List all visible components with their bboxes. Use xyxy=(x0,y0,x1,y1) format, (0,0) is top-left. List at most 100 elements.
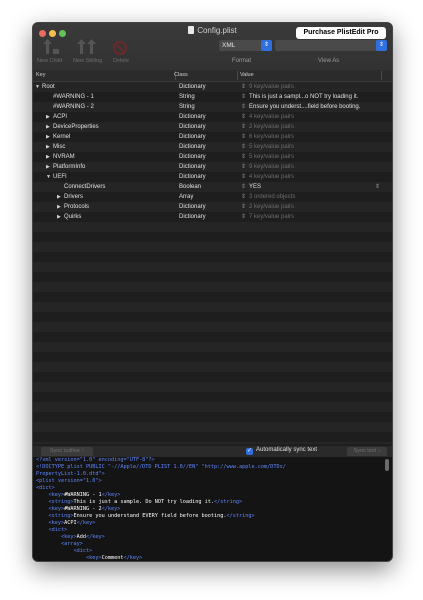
outline-row[interactable]: ▶ Protocols Dictionary ⇕ 2 key/value pairs xyxy=(33,202,392,212)
row-class[interactable]: String xyxy=(179,102,195,112)
row-class[interactable]: Array xyxy=(179,192,193,202)
row-value[interactable]: ⇕ 7 key/value pairs xyxy=(241,212,294,222)
row-class[interactable]: Dictionary xyxy=(179,162,206,172)
column-header-value[interactable]: Value xyxy=(240,72,254,78)
outline-row[interactable]: ▼ UEFI Dictionary ⇕ 4 key/value pairs xyxy=(33,172,392,182)
row-value[interactable]: ⇕ 6 key/value pairs xyxy=(241,132,294,142)
xml-line[interactable]: <key>#WARNING - 2</key> xyxy=(33,506,392,513)
xml-line[interactable]: <dict> xyxy=(33,548,392,555)
outline-row[interactable]: ▶ Misc Dictionary ⇕ 5 key/value pairs xyxy=(33,142,392,152)
class-updown-icon[interactable]: ⇕ xyxy=(241,172,246,182)
xml-line[interactable]: <!DOCTYPE plist PUBLIC "-//Apple//DTD PL… xyxy=(33,464,392,471)
outline-row[interactable]: ▶ PlatformInfo Dictionary ⇕ 9 key/value pair… xyxy=(33,162,392,172)
outline-row[interactable]: ▶ DeviceProperties Dictionary ⇕ 2 key/value … xyxy=(33,122,392,132)
row-value[interactable]: ⇕ 4 key/value pairs xyxy=(241,172,294,182)
class-updown-icon[interactable]: ⇕ xyxy=(241,112,246,122)
disclosure-closed-icon[interactable]: ▶ xyxy=(57,192,64,202)
outline-row[interactable]: ▶ Kernel Dictionary ⇕ 6 key/value pairs xyxy=(33,132,392,142)
class-updown-icon[interactable]: ⇕ xyxy=(241,182,246,192)
row-class[interactable]: Dictionary xyxy=(179,152,206,162)
xml-line[interactable]: <dict> xyxy=(33,527,392,534)
sync-outline-button[interactable]: Sync outline ↑ xyxy=(41,447,93,456)
disclosure-closed-icon[interactable]: ▶ xyxy=(57,212,64,222)
row-class[interactable]: String xyxy=(179,92,195,102)
auto-sync-checkbox[interactable]: ✓ Automatically sync text xyxy=(246,447,317,455)
xml-line[interactable]: <string>This is just a sample. Do NOT tr… xyxy=(33,499,392,506)
row-value[interactable]: ⇕ YES xyxy=(241,182,261,192)
xml-line[interactable]: PropertyList-1.0.dtd"> xyxy=(33,471,392,478)
row-value[interactable]: ⇕ 3 ordered objects xyxy=(241,192,295,202)
xml-line[interactable]: <dict> xyxy=(33,485,392,492)
row-value[interactable]: ⇕ 9 key/value pairs xyxy=(241,82,294,92)
boolean-popup-icon[interactable]: ⇕ xyxy=(375,182,380,192)
class-updown-icon[interactable]: ⇕ xyxy=(241,102,246,112)
xml-text-editor[interactable]: <?xml version="1.0" encoding="UTF-8"?> <!… xyxy=(33,457,392,561)
outline-row[interactable]: #WARNING - 1 String ⇕ This is just a sampl.… xyxy=(33,92,392,102)
row-class[interactable]: Dictionary xyxy=(179,172,206,182)
xml-line[interactable]: <array> xyxy=(33,541,392,548)
class-updown-icon[interactable]: ⇕ xyxy=(241,192,246,202)
row-class[interactable]: Dictionary xyxy=(179,132,206,142)
row-value[interactable]: ⇕ 2 key/value pairs xyxy=(241,202,294,212)
outline-row[interactable]: #WARNING - 2 String ⇕ Ensure you underst...… xyxy=(33,102,392,112)
disclosure-closed-icon[interactable]: ▶ xyxy=(46,132,53,142)
disclosure-closed-icon[interactable]: ▶ xyxy=(46,122,53,132)
row-class[interactable]: Dictionary xyxy=(179,142,206,152)
format-select[interactable]: XML ⇕ xyxy=(219,40,272,51)
xml-line[interactable]: <key>#WARNING - 1</key> xyxy=(33,492,392,499)
column-divider[interactable] xyxy=(381,71,382,80)
xml-line[interactable]: <?xml version="1.0" encoding="UTF-8"?> xyxy=(33,457,392,464)
xml-line[interactable]: <key>Add</key> xyxy=(33,534,392,541)
column-divider[interactable] xyxy=(237,71,238,80)
editor-scrollbar[interactable] xyxy=(385,459,389,471)
row-value[interactable]: ⇕ 5 key/value pairs xyxy=(241,142,294,152)
column-header-class[interactable]: Class xyxy=(174,72,188,78)
disclosure-open-icon[interactable]: ▼ xyxy=(46,172,53,182)
class-updown-icon[interactable]: ⇕ xyxy=(241,132,246,142)
row-class[interactable]: Dictionary xyxy=(179,202,206,212)
row-class[interactable]: Dictionary xyxy=(179,122,206,132)
column-header-key[interactable]: Key xyxy=(36,72,45,78)
class-updown-icon[interactable]: ⇕ xyxy=(241,152,246,162)
disclosure-closed-icon[interactable]: ▶ xyxy=(46,162,53,172)
delete-button[interactable] xyxy=(105,37,135,71)
xml-line[interactable]: <key>ACPI</key> xyxy=(33,520,392,527)
row-class[interactable]: Dictionary xyxy=(179,212,206,222)
xml-line[interactable]: <key>Comment</key> xyxy=(33,555,392,561)
row-value[interactable]: ⇕ 4 key/value pairs xyxy=(241,112,294,122)
outline-row[interactable]: ▶ NVRAM Dictionary ⇕ 5 key/value pairs xyxy=(33,152,392,162)
class-updown-icon[interactable]: ⇕ xyxy=(241,202,246,212)
row-value[interactable]: ⇕ This is just a sampl...o NOT try loadin… xyxy=(241,92,358,102)
disclosure-closed-icon[interactable]: ▶ xyxy=(46,152,53,162)
outline-row[interactable]: ▼ Root Dictionary ⇕ 9 key/value pairs xyxy=(33,82,392,92)
xml-line[interactable]: <string>Ensure you understand EVERY fiel… xyxy=(33,513,392,520)
class-updown-icon[interactable]: ⇕ xyxy=(241,92,246,102)
outline-row[interactable]: ▶ Drivers Array ⇕ 3 ordered objects xyxy=(33,192,392,202)
outline-row[interactable]: ConnectDrivers Boolean ⇕ YES ⇕ xyxy=(33,182,392,192)
row-class[interactable]: Dictionary xyxy=(179,82,206,92)
outline-row[interactable]: ▶ ACPI Dictionary ⇕ 4 key/value pairs xyxy=(33,112,392,122)
class-updown-icon[interactable]: ⇕ xyxy=(241,162,246,172)
xml-line[interactable]: <plist version="1.0"> xyxy=(33,478,392,485)
disclosure-closed-icon[interactable]: ▶ xyxy=(46,112,53,122)
sync-text-button[interactable]: Sync text ↓ xyxy=(347,447,387,456)
class-updown-icon[interactable]: ⇕ xyxy=(241,142,246,152)
new-sibling-button[interactable] xyxy=(73,37,103,71)
row-class[interactable]: Dictionary xyxy=(179,112,206,122)
class-updown-icon[interactable]: ⇕ xyxy=(241,82,246,92)
row-class[interactable]: Boolean xyxy=(179,182,201,192)
disclosure-closed-icon[interactable]: ▶ xyxy=(46,142,53,152)
class-updown-icon[interactable]: ⇕ xyxy=(241,122,246,132)
new-child-button[interactable] xyxy=(37,37,67,71)
purchase-button[interactable]: Purchase PlistEdit Pro xyxy=(296,27,386,39)
disclosure-closed-icon[interactable]: ▶ xyxy=(57,202,64,212)
row-value[interactable]: ⇕ Ensure you underst....field before boot… xyxy=(241,102,360,112)
class-updown-icon[interactable]: ⇕ xyxy=(241,212,246,222)
row-value[interactable]: ⇕ 5 key/value pairs xyxy=(241,152,294,162)
row-value[interactable]: ⇕ 9 key/value pairs xyxy=(241,162,294,172)
view-as-select[interactable]: ⇕ xyxy=(275,40,387,51)
plist-outline[interactable]: ▼ Root Dictionary ⇕ 9 key/value pairs #WARNIN… xyxy=(33,82,392,452)
row-value[interactable]: ⇕ 2 key/value pairs xyxy=(241,122,294,132)
outline-row[interactable]: ▶ Quirks Dictionary ⇕ 7 key/value pairs xyxy=(33,212,392,222)
disclosure-open-icon[interactable]: ▼ xyxy=(35,82,42,92)
